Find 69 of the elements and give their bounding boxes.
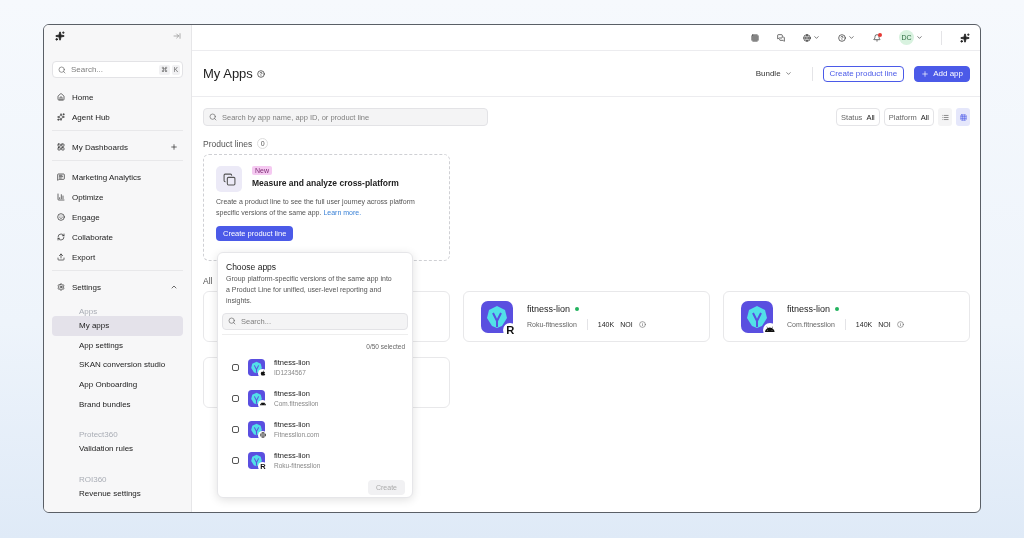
search-icon bbox=[228, 317, 236, 326]
checkbox[interactable] bbox=[232, 363, 239, 371]
app-name: fitness-lion bbox=[527, 303, 571, 314]
sparkle-icon bbox=[57, 113, 65, 121]
plus-icon bbox=[921, 69, 930, 78]
chevron-up-icon bbox=[170, 283, 178, 291]
info-icon bbox=[896, 320, 904, 328]
lion-app-icon bbox=[248, 451, 265, 469]
lion-app-icon bbox=[481, 300, 513, 333]
nav-item[interactable]: Export bbox=[52, 247, 183, 267]
copy-icon bbox=[216, 166, 242, 192]
plus-icon bbox=[170, 143, 178, 151]
bell-icon[interactable] bbox=[873, 33, 881, 42]
nav-subitem[interactable]: SKAN conversion studio bbox=[52, 355, 183, 375]
add-app-button[interactable]: Add app bbox=[914, 65, 970, 82]
checkbox[interactable] bbox=[232, 456, 239, 464]
nav-subitem[interactable]: App settings bbox=[52, 335, 183, 356]
nav-subitem[interactable]: Validation rules bbox=[52, 438, 183, 459]
create-product-line-button[interactable]: Create product line bbox=[822, 65, 905, 82]
nav-subitem[interactable]: Brand bundles bbox=[52, 394, 183, 414]
nav-item[interactable]: Engage bbox=[52, 207, 183, 227]
card-title: Measure and analyze cross-platform bbox=[252, 178, 399, 188]
settings-icon bbox=[57, 283, 65, 291]
info-icon bbox=[638, 320, 646, 328]
help-icon bbox=[256, 69, 265, 78]
chat-icon[interactable] bbox=[777, 33, 785, 42]
nav-item[interactable]: Collaborate bbox=[52, 227, 183, 247]
section-title: All bbox=[203, 276, 213, 286]
nav-section-heading: Apps bbox=[78, 306, 99, 316]
home-icon bbox=[57, 93, 65, 101]
search-icon bbox=[58, 65, 66, 74]
nav-section-heading: Protect360 bbox=[78, 428, 119, 439]
chevron-down-icon bbox=[848, 34, 855, 41]
refresh-icon bbox=[57, 233, 65, 241]
sparkle-icon[interactable] bbox=[960, 32, 970, 43]
nav-item[interactable]: Agent Hub bbox=[52, 107, 183, 127]
upload-icon bbox=[57, 253, 65, 261]
bar-chart-icon bbox=[57, 193, 65, 201]
nav-item[interactable]: Marketing Analytics bbox=[52, 167, 183, 187]
nav-subitem[interactable]: App Onboarding bbox=[52, 374, 183, 395]
logo-icon bbox=[55, 31, 65, 41]
search-icon bbox=[209, 113, 217, 121]
lion-app-icon bbox=[741, 300, 773, 333]
nav-item[interactable]: My Dashboards bbox=[52, 137, 183, 157]
list-icon bbox=[941, 113, 949, 121]
chevron-down-icon bbox=[916, 34, 923, 41]
section-title: Product lines bbox=[203, 138, 253, 149]
chart-window-icon bbox=[57, 173, 65, 181]
nav-item[interactable]: Settings bbox=[52, 277, 183, 297]
nav-subitem[interactable]: My apps bbox=[52, 316, 183, 336]
smile-icon bbox=[57, 213, 65, 221]
list-view-button[interactable] bbox=[938, 108, 952, 126]
app-name: fitness-lion bbox=[787, 303, 831, 314]
chevron-down-icon bbox=[813, 34, 820, 41]
bundle-dropdown[interactable]: Bundle bbox=[749, 68, 798, 79]
grid-view-button[interactable] bbox=[956, 108, 970, 126]
nav-section-heading: ROI360 bbox=[78, 473, 108, 484]
popover-title: Choose apps bbox=[225, 262, 278, 272]
checkbox[interactable] bbox=[232, 394, 239, 402]
nav-subitem[interactable]: Revenue settings bbox=[52, 483, 183, 504]
grid-icon bbox=[57, 143, 65, 151]
checkbox[interactable] bbox=[232, 425, 239, 433]
help-icon[interactable] bbox=[838, 33, 846, 42]
nav-item[interactable]: Home bbox=[52, 87, 183, 107]
nav-item[interactable]: Optimize bbox=[52, 187, 183, 207]
chevron-down-icon bbox=[784, 70, 792, 77]
grid-icon bbox=[959, 113, 967, 121]
globe-icon[interactable] bbox=[803, 33, 811, 42]
page-title: My Apps bbox=[203, 66, 253, 81]
